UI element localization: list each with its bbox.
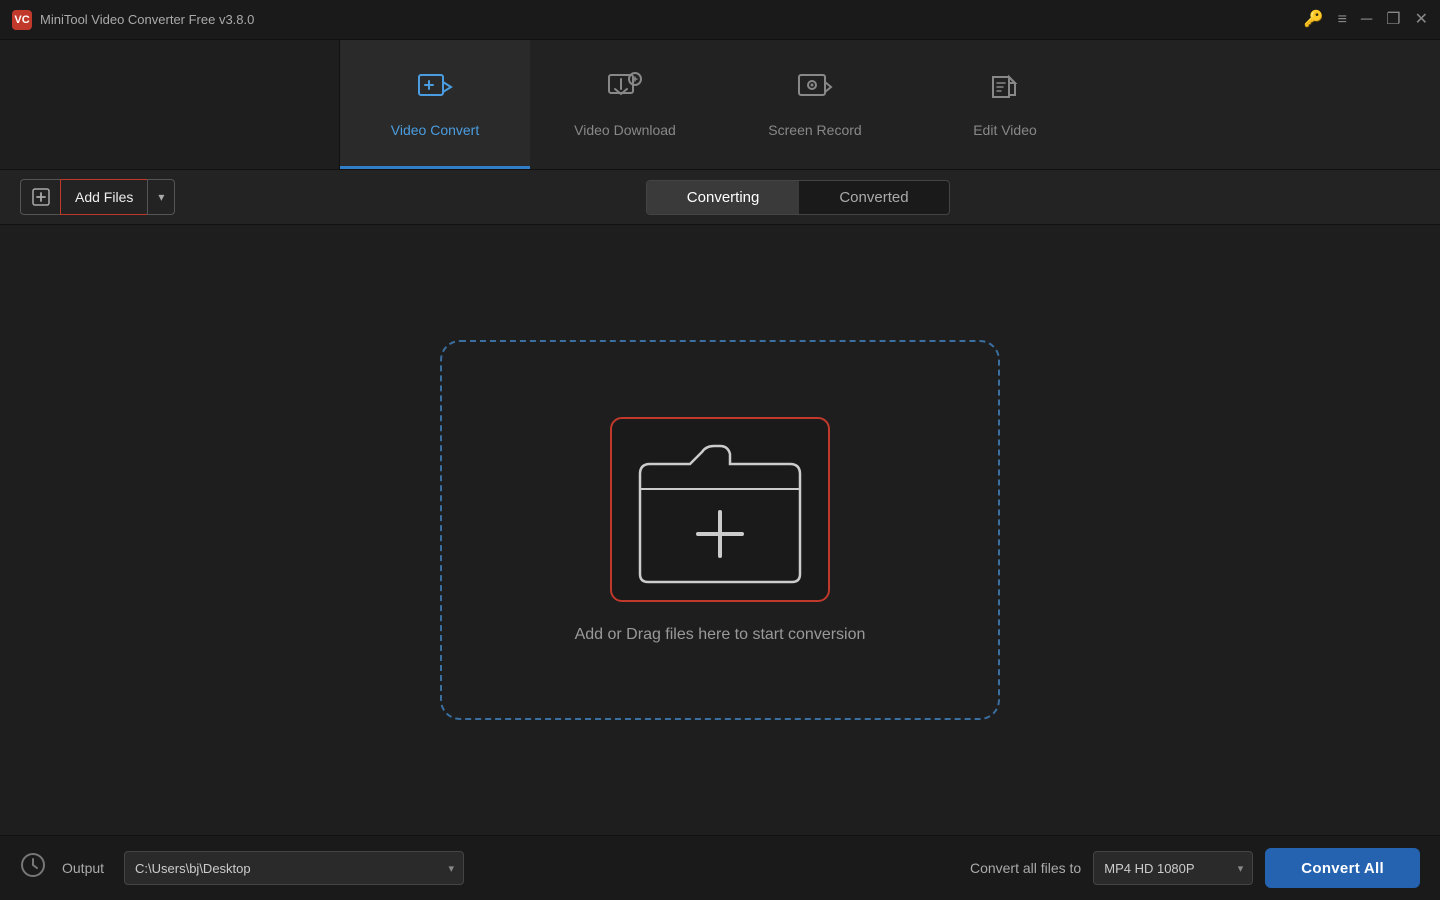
footer: Output C:\Users\bj\Desktop ▾ Convert all… bbox=[0, 835, 1440, 900]
video-download-icon bbox=[607, 69, 643, 112]
app-title: MiniTool Video Converter Free v3.8.0 bbox=[40, 12, 254, 27]
convert-format-wrapper: MP4 HD 1080P ▾ bbox=[1093, 851, 1253, 885]
output-path-select[interactable]: C:\Users\bj\Desktop bbox=[124, 851, 464, 885]
nav-tabs: Video Convert Video Download Screen Reco… bbox=[0, 40, 1440, 170]
menu-icon[interactable]: ≡ bbox=[1338, 12, 1347, 28]
folder-icon-wrapper[interactable] bbox=[610, 417, 830, 602]
tab-video-convert[interactable]: Video Convert bbox=[340, 40, 530, 169]
screen-record-icon bbox=[797, 69, 833, 112]
title-bar-left: VC MiniTool Video Converter Free v3.8.0 bbox=[12, 10, 254, 30]
clock-icon[interactable] bbox=[20, 852, 46, 884]
drop-zone[interactable]: Add or Drag files here to start conversi… bbox=[440, 340, 1000, 720]
converting-tab[interactable]: Converting bbox=[647, 181, 800, 214]
tab-switcher: Converting Converted bbox=[646, 180, 950, 215]
folder-add-icon bbox=[630, 434, 810, 584]
main-content: Add or Drag files here to start conversi… bbox=[0, 225, 1440, 835]
toolbar: Add Files ▾ Converting Converted bbox=[0, 170, 1440, 225]
title-bar: VC MiniTool Video Converter Free v3.8.0 … bbox=[0, 0, 1440, 40]
video-convert-icon bbox=[417, 69, 453, 112]
convert-all-section: Convert all files to MP4 HD 1080P ▾ Conv… bbox=[970, 848, 1420, 888]
add-files-button[interactable]: Add Files bbox=[60, 179, 147, 215]
minimize-button[interactable]: ─ bbox=[1361, 12, 1372, 28]
close-button[interactable]: ✕ bbox=[1415, 12, 1428, 28]
tab-screen-record-label: Screen Record bbox=[768, 122, 861, 138]
tab-screen-record[interactable]: Screen Record bbox=[720, 40, 910, 169]
tab-video-download[interactable]: Video Download bbox=[530, 40, 720, 169]
app-logo: VC bbox=[12, 10, 32, 30]
titlebar-controls: 🔑 ≡ ─ ❐ ✕ bbox=[1304, 12, 1428, 28]
tab-edit-video[interactable]: Edit Video bbox=[910, 40, 1100, 169]
tab-edit-video-label: Edit Video bbox=[973, 122, 1037, 138]
convert-all-button[interactable]: Convert All bbox=[1265, 848, 1420, 888]
convert-all-label: Convert all files to bbox=[970, 860, 1081, 876]
restore-button[interactable]: ❐ bbox=[1386, 12, 1400, 28]
output-path-wrapper: C:\Users\bj\Desktop ▾ bbox=[124, 851, 464, 885]
tab-video-download-label: Video Download bbox=[574, 122, 676, 138]
nav-sidebar-space bbox=[0, 40, 340, 169]
add-files-icon-button[interactable] bbox=[20, 179, 60, 215]
edit-video-icon bbox=[987, 69, 1023, 112]
drop-zone-container: Add or Drag files here to start conversi… bbox=[0, 225, 1440, 835]
add-files-group: Add Files ▾ bbox=[20, 179, 175, 215]
converted-tab[interactable]: Converted bbox=[799, 181, 948, 214]
drop-zone-label: Add or Drag files here to start conversi… bbox=[575, 626, 866, 644]
tab-video-convert-label: Video Convert bbox=[391, 122, 479, 138]
output-label: Output bbox=[62, 860, 104, 876]
convert-format-select[interactable]: MP4 HD 1080P bbox=[1093, 851, 1253, 885]
add-files-dropdown[interactable]: ▾ bbox=[147, 179, 175, 215]
key-icon[interactable]: 🔑 bbox=[1304, 12, 1324, 28]
